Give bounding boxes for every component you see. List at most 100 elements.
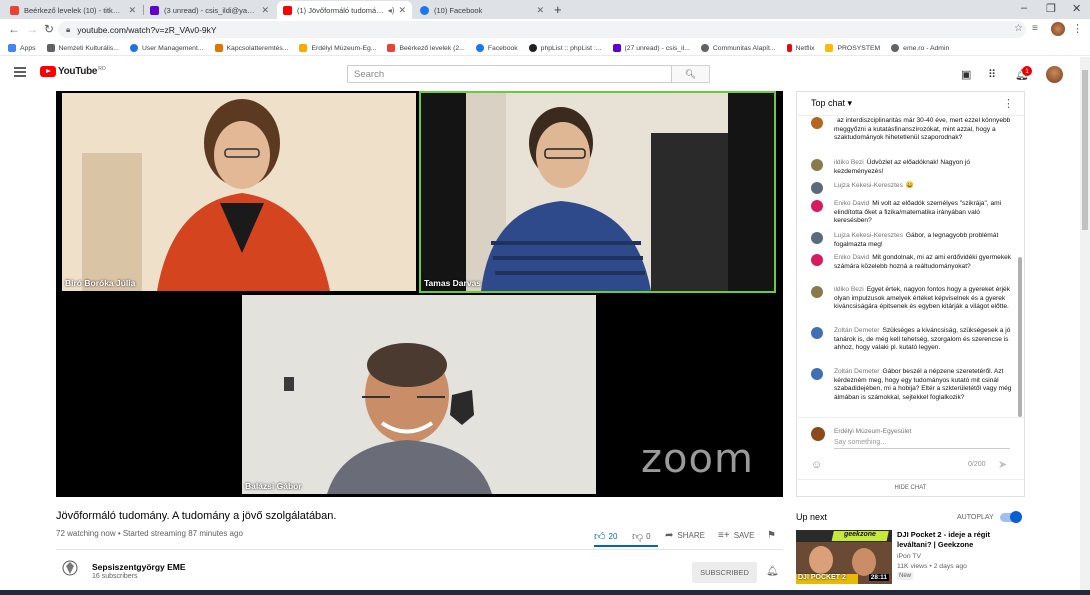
char-counter: 0/200 [968, 461, 986, 468]
browser-tab-active[interactable]: (1) Jövőformáló tudomány. A ◂) ✕ [277, 1, 412, 19]
lock-icon: 🔒︎ [66, 24, 71, 34]
chat-message: az interdiszciplinaritás már 30-40 éve, … [811, 117, 1016, 143]
close-tab-icon[interactable]: ✕ [398, 5, 406, 16]
share-arrow-icon: ➦ [665, 530, 674, 541]
close-tab-icon[interactable]: ✕ [536, 5, 544, 16]
tab-title: (1) Jövőformáló tudomány. A [297, 5, 384, 15]
like-button[interactable]: 👍︎ 20 [594, 530, 617, 543]
minimize-button[interactable]: – [1021, 2, 1027, 14]
browser-menu-icon[interactable]: ⋮ [1072, 22, 1086, 36]
reading-list-icon[interactable]: ≡ [1032, 23, 1046, 37]
bookmark-item[interactable]: Communitas Alapít... [700, 44, 776, 52]
profile-avatar[interactable] [1051, 22, 1065, 36]
reload-icon[interactable]: ↻ [44, 22, 54, 36]
user-avatar [811, 182, 823, 194]
video-meta: 72 watching now • Started streaming 87 m… [56, 529, 243, 538]
divider [56, 549, 783, 550]
bookmark-favicon-icon [129, 44, 138, 52]
hamburger-menu-icon[interactable] [14, 67, 26, 77]
facebook-icon [420, 5, 429, 15]
channel-avatar[interactable] [62, 560, 78, 576]
chat-message: Zoltán Demeter Gábor beszél a népzene sze… [811, 368, 1016, 402]
channel-crest-icon [62, 560, 78, 576]
user-avatar [811, 327, 823, 339]
bookmark-item[interactable]: Kapcsolatteremtés... [214, 44, 288, 52]
recommended-channel-name[interactable]: iPon TV [897, 553, 921, 560]
subscribe-button[interactable]: SUBSCRIBED [692, 562, 757, 583]
add-to-playlist-icon: ≡+ [718, 530, 730, 541]
address-bar[interactable]: 🔒︎ youtube.com/watch?v=zR_VAv0-9kY [58, 21, 1026, 38]
chat-message-input[interactable]: Say something... [834, 439, 1010, 449]
browser-tab[interactable]: Beérkező levelek (10) - titkarsag@ ✕ [4, 1, 142, 19]
bookmark-favicon-icon [214, 44, 223, 52]
close-window-button[interactable]: ✕ [1072, 2, 1081, 15]
browser-tab[interactable]: (10) Facebook ✕ [414, 1, 550, 19]
recommended-video-thumbnail[interactable]: geekzone DJI POCKET 2 28:11 [796, 530, 892, 584]
video-duration: 28:11 [868, 574, 889, 581]
close-tab-icon[interactable]: ✕ [261, 5, 269, 16]
send-icon[interactable]: ➤ [998, 458, 1007, 471]
maximize-button[interactable]: ❐ [1046, 2, 1056, 15]
bookmark-item[interactable]: PROSYSTEM [825, 44, 880, 52]
chat-input-area: Erdélyi Múzeum-Egyesület Say something..… [797, 417, 1024, 497]
channel-name[interactable]: Sepsiszentgyörgy EME [92, 562, 186, 572]
forward-arrow-icon[interactable]: → [26, 22, 38, 36]
bookmark-item[interactable]: eme.ro - Admin [891, 44, 949, 52]
hide-chat-button[interactable]: HIDE CHAT [797, 479, 1024, 497]
zoom-watermark: zoom [641, 436, 754, 482]
netflix-icon [786, 44, 792, 52]
bookmark-item[interactable]: Erdélyi Múzeum-Eg... [299, 44, 376, 52]
participant-tile-active-speaker: Tamas Darvas [419, 91, 776, 293]
facebook-icon [475, 44, 484, 52]
page-scrollbar-thumb[interactable] [1082, 70, 1088, 230]
folder-icon [825, 44, 834, 52]
bookmark-item[interactable]: Beérkező levelek (2... [387, 44, 465, 52]
globe-icon [891, 44, 900, 52]
video-player[interactable]: Bíró Boróka Júlia Tamas Darvas Balázsi G… [56, 91, 783, 497]
notification-bell-icon[interactable]: 🔔︎ [766, 566, 779, 577]
live-chat-panel: Top chat ▾ ⋮ az interdiszciplinaritás má… [796, 91, 1025, 497]
search-button[interactable]: 🔍︎ [672, 65, 710, 83]
back-arrow-icon[interactable]: ← [8, 22, 20, 36]
chat-header[interactable]: Top chat ▾ [797, 92, 1024, 116]
autoplay-toggle[interactable] [1000, 511, 1022, 523]
user-avatar [811, 159, 823, 171]
bookmark-apps[interactable]: Apps [8, 44, 36, 52]
bookmark-item[interactable]: Nemzeti Kulturális... [46, 44, 119, 52]
youtube-logo[interactable]: YouTube RO [40, 66, 106, 77]
recommended-video-title[interactable]: DJI Pocket 2 - ideje a régit leváltani? … [897, 530, 1022, 550]
bookmark-item[interactable]: User Management... [129, 44, 204, 52]
chat-scrollbar[interactable] [1018, 257, 1022, 417]
share-button[interactable]: ➦ SHARE [665, 530, 705, 541]
url-text: youtube.com/watch?v=zR_VAv0-9kY [77, 24, 217, 35]
new-badge: New [897, 572, 914, 580]
account-avatar[interactable] [1046, 66, 1063, 83]
autoplay-label: AUTOPLAY [957, 514, 994, 521]
report-button[interactable]: ⚑ [767, 530, 776, 541]
thumbs-up-icon: 👍︎ [594, 531, 606, 543]
browser-tab[interactable]: (3 unread) - csis_ildi@yahoo.com ✕ [144, 1, 275, 19]
address-row: ← → ↻ 🔒︎ youtube.com/watch?v=zR_VAv0-9kY [0, 19, 1090, 41]
more-options-icon[interactable]: ⋮ [1003, 97, 1014, 110]
bookmark-item[interactable]: Netflix [786, 44, 814, 52]
search-input[interactable]: Search [347, 65, 672, 83]
bookmark-item[interactable]: (27 unread) - csis_il... [612, 44, 690, 52]
emoji-icon[interactable]: ☺ [811, 459, 822, 471]
dislike-button[interactable]: 👎︎ 0 [632, 530, 651, 543]
participant-name: Tamas Darvas [424, 278, 482, 288]
apps-grid-icon[interactable]: ⠿ [988, 68, 996, 81]
create-video-icon[interactable]: ▣ [961, 68, 971, 81]
new-tab-button[interactable]: + [554, 2, 562, 17]
chat-message: ildiko Bezi Egyet értek, nagyon fontos ho… [811, 286, 1016, 312]
chat-current-user: Erdélyi Múzeum-Egyesület [834, 428, 912, 435]
bookmark-star-icon[interactable]: ☆ [1014, 23, 1023, 34]
like-ratio-bar [594, 545, 658, 547]
youtube-header: YouTube RO Search 🔍︎ ▣ ⠿ 🔔︎ [0, 57, 1080, 91]
participant-name: Bíró Boróka Júlia [65, 278, 136, 288]
participant-video [242, 295, 596, 494]
audio-icon[interactable]: ◂) [388, 6, 395, 15]
close-tab-icon[interactable]: ✕ [128, 5, 136, 16]
bookmark-item[interactable]: phpList :: phpList :... [528, 44, 602, 52]
save-button[interactable]: ≡+ SAVE [718, 530, 754, 541]
bookmark-item[interactable]: Facebook [475, 44, 518, 52]
